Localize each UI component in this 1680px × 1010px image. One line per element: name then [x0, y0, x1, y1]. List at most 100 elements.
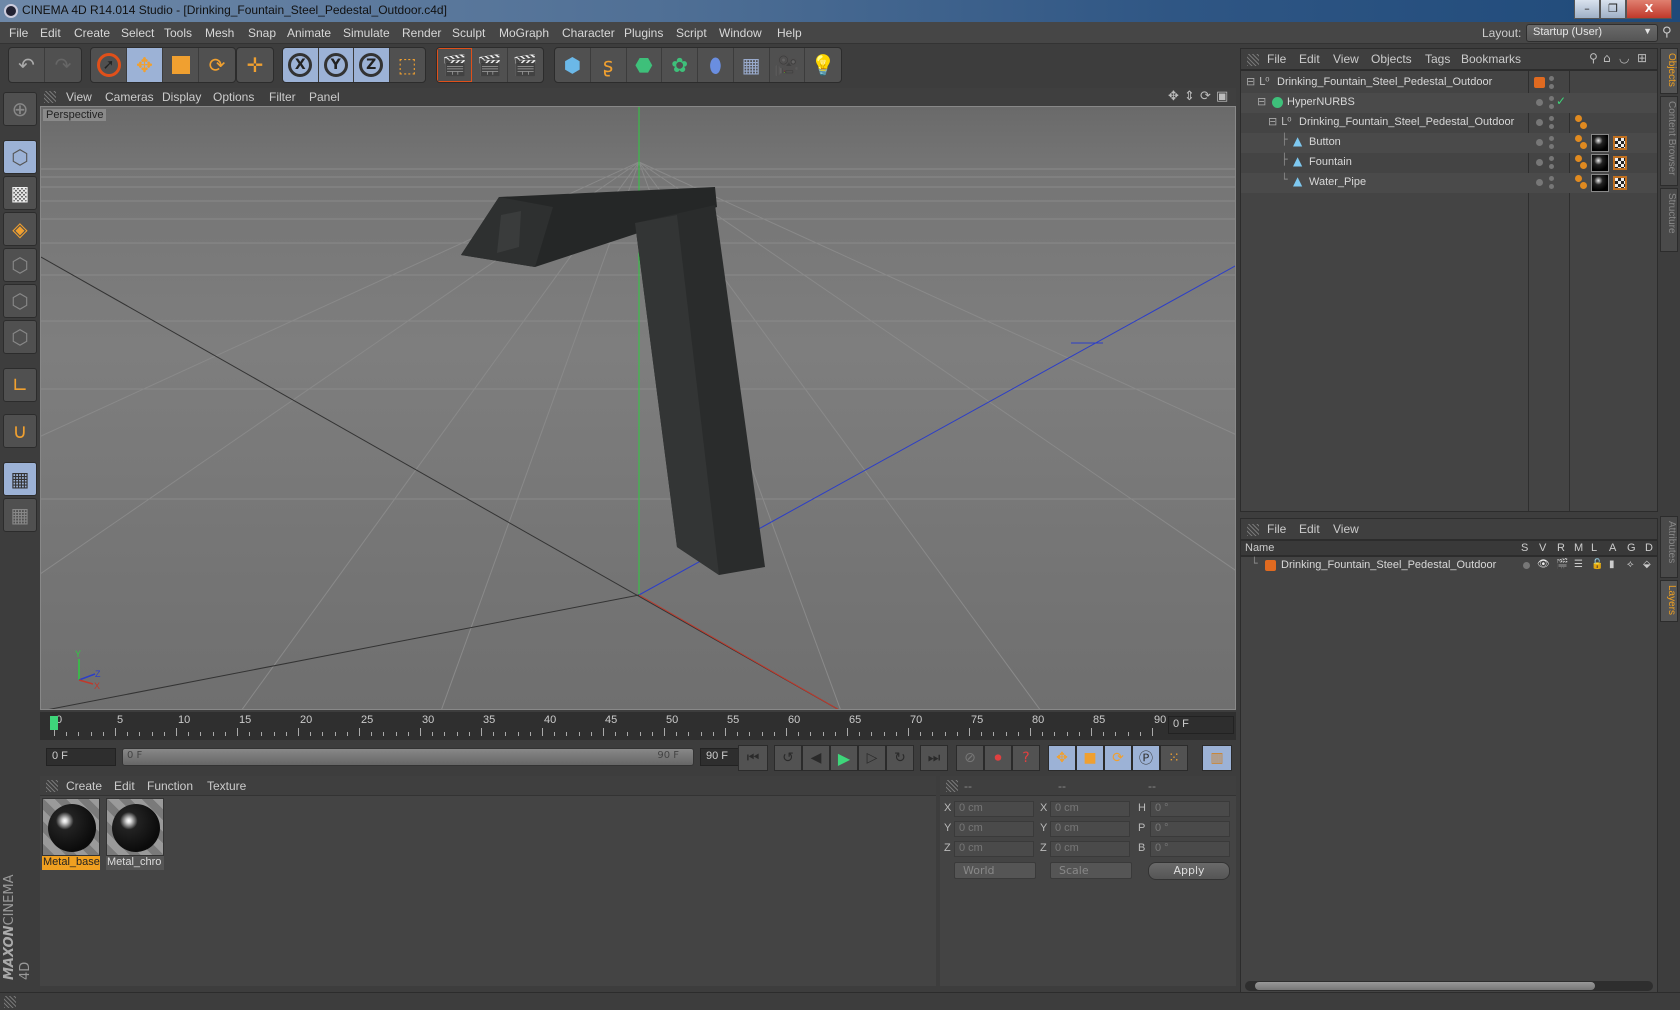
object-row[interactable]: ├ ▲ Button — [1241, 133, 1657, 153]
film-strip-icon[interactable]: ▥ — [1202, 745, 1232, 771]
layer-dot[interactable] — [1536, 159, 1543, 166]
move-track-icon[interactable]: ✥ — [1048, 745, 1076, 771]
rot-b-field[interactable]: 0 ° — [1150, 841, 1230, 857]
column-solo[interactable]: S — [1521, 542, 1528, 554]
3d-viewport[interactable]: Perspective Y Z X — [40, 106, 1236, 710]
menu-file[interactable]: File — [9, 26, 28, 40]
panel-grip-icon[interactable] — [946, 780, 958, 792]
maximize-view-icon[interactable]: ▣ — [1216, 89, 1228, 104]
start-frame-field[interactable]: 0 F — [46, 748, 116, 766]
object-row[interactable]: ⊟ HyperNURBS ✓ — [1241, 93, 1657, 113]
render-visibility-dot[interactable] — [1549, 84, 1554, 89]
texture-mode-icon[interactable]: ▩ — [3, 176, 37, 210]
menu-window[interactable]: Window — [719, 26, 762, 40]
polygons-mode-icon[interactable]: ⬡ — [3, 320, 37, 354]
menu-character[interactable]: Character — [562, 26, 615, 40]
panel-grip-icon[interactable] — [1247, 54, 1259, 66]
size-x-field[interactable]: 0 cm — [1050, 801, 1130, 817]
workplane-mode-icon[interactable]: ◈ — [3, 212, 37, 246]
panel-grip-icon[interactable] — [1247, 524, 1259, 536]
menu-snap[interactable]: Snap — [248, 26, 276, 40]
view-toggle-icon[interactable]: 👁 — [1537, 559, 1550, 570]
column-render[interactable]: R — [1557, 542, 1565, 554]
material-tag-icon[interactable] — [1591, 134, 1609, 152]
lock-toggle-icon[interactable]: 🔓 — [1591, 559, 1603, 570]
undo-icon[interactable]: ↶ — [9, 48, 45, 82]
menu-animate[interactable]: Animate — [287, 26, 331, 40]
object-menu-edit[interactable]: Edit — [1299, 52, 1320, 66]
menu-select[interactable]: Select — [121, 26, 154, 40]
deformers-toggle-icon[interactable]: ⬙ — [1643, 559, 1651, 570]
layer-dot[interactable] — [1536, 99, 1543, 106]
move-view-icon[interactable]: ✥ — [1168, 89, 1179, 104]
point-level-icon[interactable]: ⁙ — [1160, 745, 1188, 771]
editor-visibility-dot[interactable] — [1549, 76, 1554, 81]
render-visibility-dot[interactable] — [1549, 184, 1554, 189]
material-menu-texture[interactable]: Texture — [207, 779, 246, 793]
array-icon[interactable]: ✿ — [662, 48, 698, 82]
floor-icon[interactable]: ▦ — [734, 48, 770, 82]
go-to-start-icon[interactable]: ⏮ — [738, 745, 768, 771]
axis-mode-icon[interactable]: ∟ — [3, 368, 37, 402]
layer-row[interactable]: └ Drinking_Fountain_Steel_Pedestal_Outdo… — [1241, 557, 1657, 575]
panel-grip-icon[interactable] — [46, 780, 58, 792]
material-menu-function[interactable]: Function — [147, 779, 193, 793]
timeline-ruler[interactable]: 0 5 10 15 20 25 30 35 40 45 50 55 60 65 70 75 80 85 90 — [40, 712, 1236, 740]
object-row[interactable]: ⊟ L⁰ Drinking_Fountain_Steel_Pedestal_Ou… — [1241, 73, 1657, 93]
tab-content-browser[interactable]: Content Browser — [1660, 96, 1678, 186]
generators-toggle-icon[interactable]: ⟡ — [1627, 559, 1634, 570]
rotate-icon[interactable]: ⟳ — [199, 48, 235, 82]
layer-menu-edit[interactable]: Edit — [1299, 522, 1320, 536]
record-keys-icon[interactable]: ⏺ — [984, 745, 1012, 771]
editor-visibility-dot[interactable] — [1549, 176, 1554, 181]
menu-mesh[interactable]: Mesh — [205, 26, 234, 40]
render-visibility-dot[interactable] — [1549, 124, 1554, 129]
uvw-tag-icon[interactable] — [1613, 176, 1627, 190]
object-row[interactable]: ⊟ L⁰ Drinking_Fountain_Steel_Pedestal_Ou… — [1241, 113, 1657, 133]
play-icon[interactable]: ▶ — [830, 745, 858, 771]
redo-icon[interactable]: ↷ — [45, 48, 81, 82]
tab-structure[interactable]: Structure — [1660, 188, 1678, 252]
rot-h-field[interactable]: 0 ° — [1150, 801, 1230, 817]
pos-z-field[interactable]: 0 cm — [954, 841, 1034, 857]
panel-grip-icon[interactable] — [44, 91, 56, 103]
enabled-checkmark-icon[interactable]: ✓ — [1556, 94, 1566, 108]
editor-visibility-dot[interactable] — [1549, 116, 1554, 121]
render-visibility-dot[interactable] — [1549, 104, 1554, 109]
parameter-track-icon[interactable]: Ⓟ — [1132, 745, 1160, 771]
layer-color-swatch[interactable] — [1265, 560, 1276, 571]
object-menu-bookmarks[interactable]: Bookmarks — [1461, 52, 1521, 66]
menu-mograph[interactable]: MoGraph — [499, 26, 549, 40]
panel-grip-icon[interactable] — [4, 996, 16, 1008]
material-tag-icon[interactable] — [1591, 154, 1609, 172]
menu-sculpt[interactable]: Sculpt — [452, 26, 485, 40]
y-axis-lock-icon[interactable]: Y — [318, 48, 354, 82]
coordinate-space-dropdown[interactable]: World — [954, 862, 1036, 879]
viewport-menu-panel[interactable]: Panel — [309, 90, 340, 104]
layer-color-swatch[interactable] — [1534, 77, 1545, 88]
search-icon[interactable]: ⚲ — [1589, 51, 1598, 65]
uvw-tag-icon[interactable] — [1613, 156, 1627, 170]
material-swatch[interactable]: Metal_chro — [106, 798, 164, 870]
pos-y-field[interactable]: 0 cm — [954, 821, 1034, 837]
menu-render[interactable]: Render — [402, 26, 441, 40]
live-selection-icon[interactable]: ➚ — [91, 48, 127, 82]
tab-objects[interactable]: Objects — [1660, 48, 1678, 94]
material-tag-icon[interactable] — [1591, 174, 1609, 192]
apply-button[interactable]: Apply — [1148, 862, 1230, 880]
restore-button[interactable]: ❐ — [1600, 0, 1626, 19]
render-toggle-icon[interactable]: 🎬 — [1556, 559, 1568, 570]
menu-help[interactable]: Help — [777, 26, 802, 40]
spline-pen-icon[interactable]: ʂ — [591, 48, 627, 82]
tab-attributes[interactable]: Attributes — [1660, 516, 1678, 578]
uvw-tag-icon[interactable] — [1613, 136, 1627, 150]
object-row[interactable]: └ ▲ Water_Pipe — [1241, 173, 1657, 193]
layer-dot[interactable] — [1536, 179, 1543, 186]
render-visibility-dot[interactable] — [1549, 164, 1554, 169]
pos-x-field[interactable]: 0 cm — [954, 801, 1034, 817]
viewport-menu-filter[interactable]: Filter — [269, 90, 296, 104]
light-icon[interactable]: 💡 — [805, 48, 841, 82]
previous-frame-icon[interactable]: ◀ — [802, 745, 830, 771]
manager-toggle-icon[interactable]: ☰ — [1574, 559, 1583, 570]
material-swatch[interactable]: Metal_base — [42, 798, 100, 870]
